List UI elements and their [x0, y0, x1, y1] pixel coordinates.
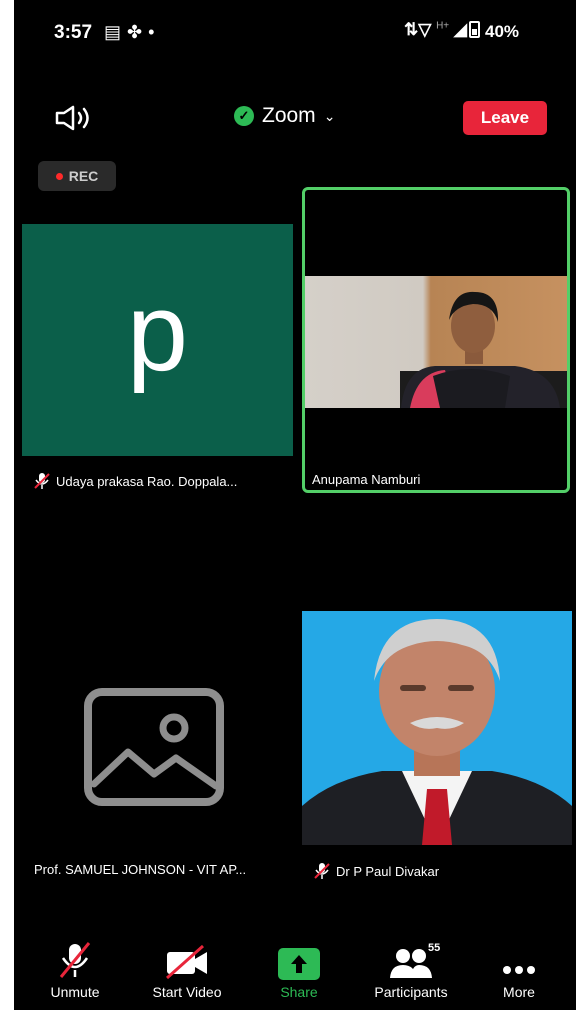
- mic-muted-icon: [20, 938, 130, 980]
- recording-dot-icon: [55, 172, 63, 180]
- participant-tile-udaya[interactable]: p: [22, 224, 293, 456]
- cell-signal-icon: ◢: [453, 20, 467, 39]
- share-button[interactable]: Share: [244, 938, 354, 1000]
- participant-name-udaya: Udaya prakasa Rao. Doppala...: [34, 472, 237, 490]
- meeting-toolbar: Unmute Start Video Share 55 Participants…: [14, 938, 576, 1010]
- dot-icon: •: [148, 22, 161, 42]
- zoom-meeting-screen: 3:57 ▤✤• ⇅▽ H+ ◢ 40% ✓ Zoom ⌄ Leave REC …: [14, 0, 576, 1010]
- meeting-title: Zoom: [262, 104, 316, 127]
- recording-badge: REC: [38, 161, 116, 191]
- start-video-label: Start Video: [152, 984, 222, 1000]
- more-label: More: [503, 984, 535, 1000]
- speaker-icon[interactable]: [54, 104, 98, 137]
- participants-icon: 55: [356, 938, 466, 980]
- unmute-label: Unmute: [50, 984, 100, 1000]
- wifi-icon: ⇅▽: [404, 20, 432, 39]
- participant-name-anupama: Anupama Namburi: [312, 472, 420, 487]
- more-icon: [464, 938, 574, 980]
- participant-tile-samuel[interactable]: [84, 688, 224, 811]
- more-button[interactable]: More: [464, 938, 574, 1000]
- share-label: Share: [280, 984, 318, 1000]
- notes-icon: ▤: [104, 22, 128, 42]
- participants-label: Participants: [374, 984, 448, 1000]
- status-time: 3:57: [54, 22, 93, 43]
- participant-name-samuel: Prof. SAMUEL JOHNSON - VIT AP...: [34, 862, 246, 877]
- share-icon: [244, 938, 354, 980]
- recording-label: REC: [68, 168, 99, 184]
- signal-indicators: ⇅▽ H+ ◢: [404, 20, 467, 40]
- unmute-button[interactable]: Unmute: [20, 938, 130, 1000]
- participant-tile-anupama[interactable]: [302, 187, 570, 493]
- participant-name-label: Udaya prakasa Rao. Doppala...: [56, 473, 238, 489]
- participant-name-label: Prof. SAMUEL JOHNSON - VIT AP...: [34, 862, 247, 877]
- chevron-down-icon: ⌄: [323, 107, 336, 124]
- participant-name-label: Anupama Namburi: [312, 472, 421, 487]
- fan-icon: ✤: [127, 22, 149, 42]
- participant-name-label: Dr P Paul Divakar: [336, 863, 440, 879]
- participants-button[interactable]: 55 Participants: [356, 938, 466, 1000]
- image-placeholder-icon: [84, 688, 224, 806]
- mic-muted-icon: [314, 863, 330, 879]
- participant-initial: p: [126, 271, 189, 394]
- participants-count: 55: [428, 942, 441, 954]
- video-off-icon: [132, 938, 242, 980]
- battery-icon: [469, 21, 480, 38]
- participant-photo: [302, 619, 572, 845]
- battery-level: 40%: [485, 22, 520, 41]
- leave-button[interactable]: Leave: [463, 101, 547, 135]
- shield-check-icon: ✓: [234, 106, 254, 126]
- notification-icons: ▤✤•: [104, 22, 160, 43]
- mic-muted-icon: [34, 473, 50, 489]
- participant-name-paul: Dr P Paul Divakar: [314, 862, 439, 880]
- start-video-button[interactable]: Start Video: [132, 938, 242, 1000]
- network-type: H+: [436, 20, 450, 32]
- participant-tile-paul[interactable]: [302, 611, 572, 845]
- participant-video: [305, 276, 567, 408]
- meeting-title-dropdown[interactable]: ✓ Zoom ⌄: [234, 104, 335, 128]
